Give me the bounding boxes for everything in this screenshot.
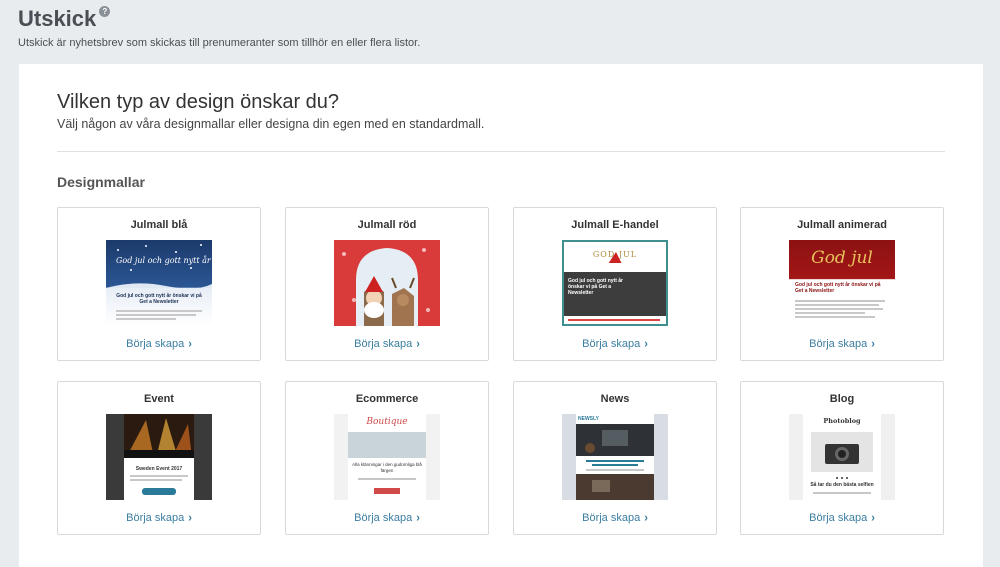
- template-title: Julmall animerad: [797, 219, 887, 231]
- thumb-photo: [348, 432, 426, 458]
- cta-label: Börja skapa: [582, 338, 641, 350]
- section-title: Designmallar: [57, 174, 145, 190]
- template-card-event[interactable]: Event Sweden Event 2017 Börja skapa ›: [57, 381, 261, 535]
- cta-label: Börja skapa: [582, 512, 641, 524]
- template-card-blog[interactable]: Blog Photoblog Så tar du den bästa selfi…: [740, 381, 944, 535]
- template-title: Julmall E-handel: [571, 219, 659, 231]
- template-title: News: [600, 393, 630, 405]
- desk-photo-image: [576, 424, 654, 500]
- cta-label: Börja skapa: [354, 338, 413, 350]
- thumb-headline: God jul och gott nytt år önskar vi på Ge…: [795, 282, 881, 294]
- template-title: Ecommerce: [355, 393, 419, 405]
- template-thumbnail: Photoblog Så tar du den bästa selfien: [789, 414, 895, 500]
- thumb-headline: Sweden Event 2017: [135, 466, 183, 472]
- template-thumbnail: Sweden Event 2017: [106, 414, 212, 500]
- panel-heading: Vilken typ av design önskar du?: [57, 91, 340, 113]
- cta-label: Börja skapa: [809, 338, 868, 350]
- template-card-julmall-bla[interactable]: Julmall blå God jul och gott nytt år God…: [57, 207, 261, 361]
- template-card-julmall-animerad[interactable]: Julmall animerad God jul God jul och got…: [740, 207, 944, 361]
- thumb-script-text: God jul: [811, 248, 873, 268]
- chevron-right-icon: ›: [644, 337, 648, 351]
- start-create-link[interactable]: Börja skapa ›: [514, 337, 716, 351]
- template-card-julmall-rod[interactable]: Julmall röd Börja skapa ›: [285, 207, 489, 361]
- chevron-right-icon: ›: [871, 337, 875, 351]
- chevron-right-icon: ›: [416, 511, 420, 525]
- start-create-link[interactable]: Börja skapa ›: [58, 337, 260, 351]
- template-thumbnail: Boutique Alla klänningar i den gudomliga…: [334, 414, 440, 500]
- page-title: Utskick: [18, 6, 97, 31]
- design-panel: Vilken typ av design önskar du? Välj någ…: [19, 64, 983, 567]
- template-thumbnail: NEWSLY: [562, 414, 668, 500]
- start-create-link[interactable]: Börja skapa ›: [286, 511, 488, 525]
- start-create-link[interactable]: Börja skapa ›: [514, 511, 716, 525]
- chevron-right-icon: ›: [644, 511, 648, 525]
- template-card-news[interactable]: News NEWSLY Börja skapa ›: [513, 381, 717, 535]
- start-create-link[interactable]: Börja skapa ›: [286, 337, 488, 351]
- template-thumbnail: God jul och gott nytt år God jul och got…: [106, 240, 212, 326]
- thumb-headline: God jul och gott nytt år önskar vi på Ge…: [568, 278, 623, 296]
- cta-label: Börja skapa: [126, 512, 185, 524]
- template-title: Blog: [829, 393, 855, 405]
- chevron-right-icon: ›: [871, 511, 875, 525]
- divider: [57, 151, 945, 152]
- chevron-right-icon: ›: [188, 337, 192, 351]
- template-title: Julmall blå: [130, 219, 188, 231]
- cta-label: Börja skapa: [354, 512, 413, 524]
- concert-image: [124, 414, 194, 500]
- template-thumbnail: [334, 240, 440, 326]
- panel-description: Välj någon av våra designmallar eller de…: [57, 117, 485, 131]
- page-header: Utskick? Utskick är nyhetsbrev som skick…: [18, 6, 420, 49]
- template-title: Event: [144, 393, 174, 405]
- thumb-script-text: God jul och gott nytt år: [116, 256, 211, 265]
- thumb-headline: Alla klänningar i den gudomliga blå färg…: [352, 462, 422, 473]
- page-subtitle: Utskick är nyhetsbrev som skickas till p…: [18, 37, 421, 49]
- start-create-link[interactable]: Börja skapa ›: [741, 511, 943, 525]
- help-icon[interactable]: ?: [99, 6, 111, 17]
- template-card-julmall-ehandel[interactable]: Julmall E-handel GOD JUL God jul och got…: [513, 207, 717, 361]
- chevron-right-icon: ›: [416, 337, 420, 351]
- cta-label: Börja skapa: [809, 512, 868, 524]
- template-thumbnail: God jul God jul och gott nytt år önskar …: [789, 240, 895, 326]
- thumb-headline: God jul och gott nytt år önskar vi på Ge…: [116, 293, 202, 305]
- chevron-right-icon: ›: [188, 511, 192, 525]
- santa-reindeer-image: [342, 248, 430, 326]
- start-create-link[interactable]: Börja skapa ›: [741, 337, 943, 351]
- template-card-ecommerce[interactable]: Ecommerce Boutique Alla klänningar i den…: [285, 381, 489, 535]
- thumb-logo: Boutique: [366, 417, 408, 427]
- thumb-headline: Så tar du den bästa selfien: [810, 482, 874, 488]
- template-title: Julmall röd: [357, 219, 417, 231]
- template-thumbnail: GOD JUL God jul och gott nytt år önskar …: [562, 240, 668, 326]
- cta-label: Börja skapa: [126, 338, 185, 350]
- start-create-link[interactable]: Börja skapa ›: [58, 511, 260, 525]
